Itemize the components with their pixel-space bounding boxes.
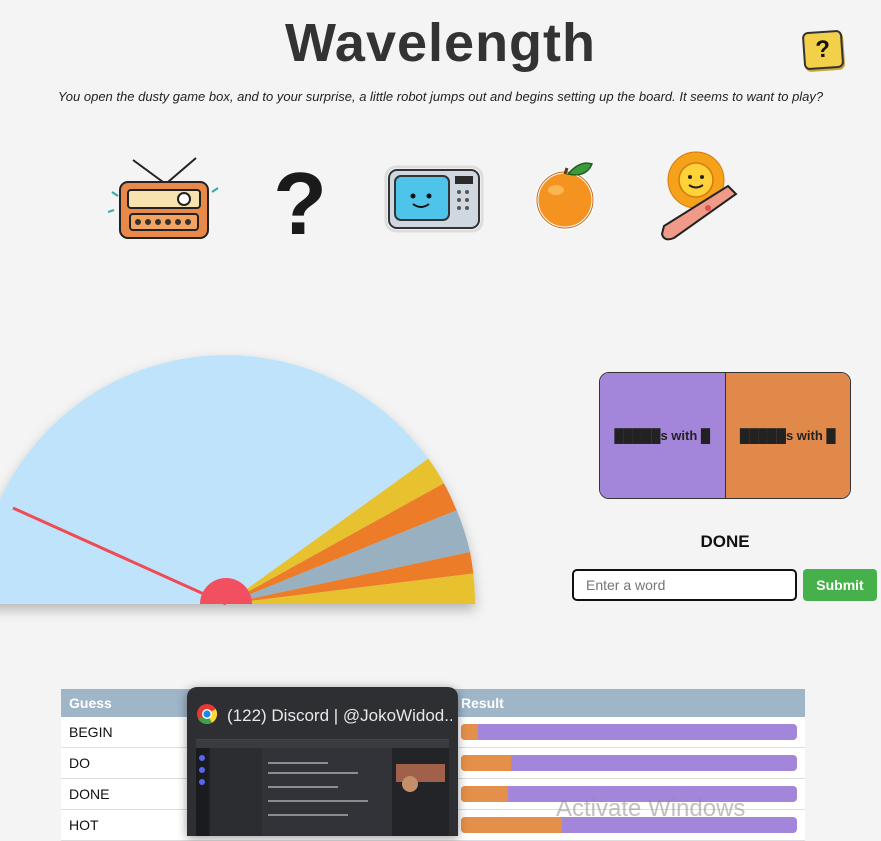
result-bar — [461, 755, 797, 771]
chrome-icon — [197, 704, 218, 725]
help-button[interactable]: ? — [801, 29, 845, 71]
spectrum-card: █████s with █ █████s with █ — [599, 372, 851, 499]
result-bar — [461, 724, 797, 740]
card-right-label: █████s with █ — [725, 373, 850, 498]
result-header: Result — [453, 689, 805, 717]
question-mark-icon: ? — [273, 160, 327, 242]
wavelength-dial[interactable] — [0, 330, 500, 630]
microwave-icon — [384, 165, 484, 233]
radio-icon — [108, 157, 219, 239]
svg-text:?: ? — [273, 160, 327, 242]
page-title: Wavelength — [284, 13, 597, 73]
sun-arm-icon — [660, 151, 738, 241]
word-input[interactable] — [572, 569, 797, 601]
result-cell — [453, 717, 805, 748]
window-thumbnail[interactable] — [196, 739, 449, 836]
taskbar-preview-popup[interactable]: (122) Discord | @JokoWidod... — [187, 687, 458, 836]
card-left-label: █████s with █ — [600, 373, 726, 498]
orange-icon — [535, 162, 595, 230]
popup-title: (122) Discord | @JokoWidod... — [227, 706, 452, 725]
intro-text: You open the dusty game box, and to your… — [57, 89, 824, 104]
status-label: DONE — [700, 532, 750, 551]
result-cell — [453, 747, 805, 779]
windows-activation-watermark: Activate Windows — [556, 795, 746, 822]
submit-button[interactable]: Submit — [803, 569, 877, 601]
